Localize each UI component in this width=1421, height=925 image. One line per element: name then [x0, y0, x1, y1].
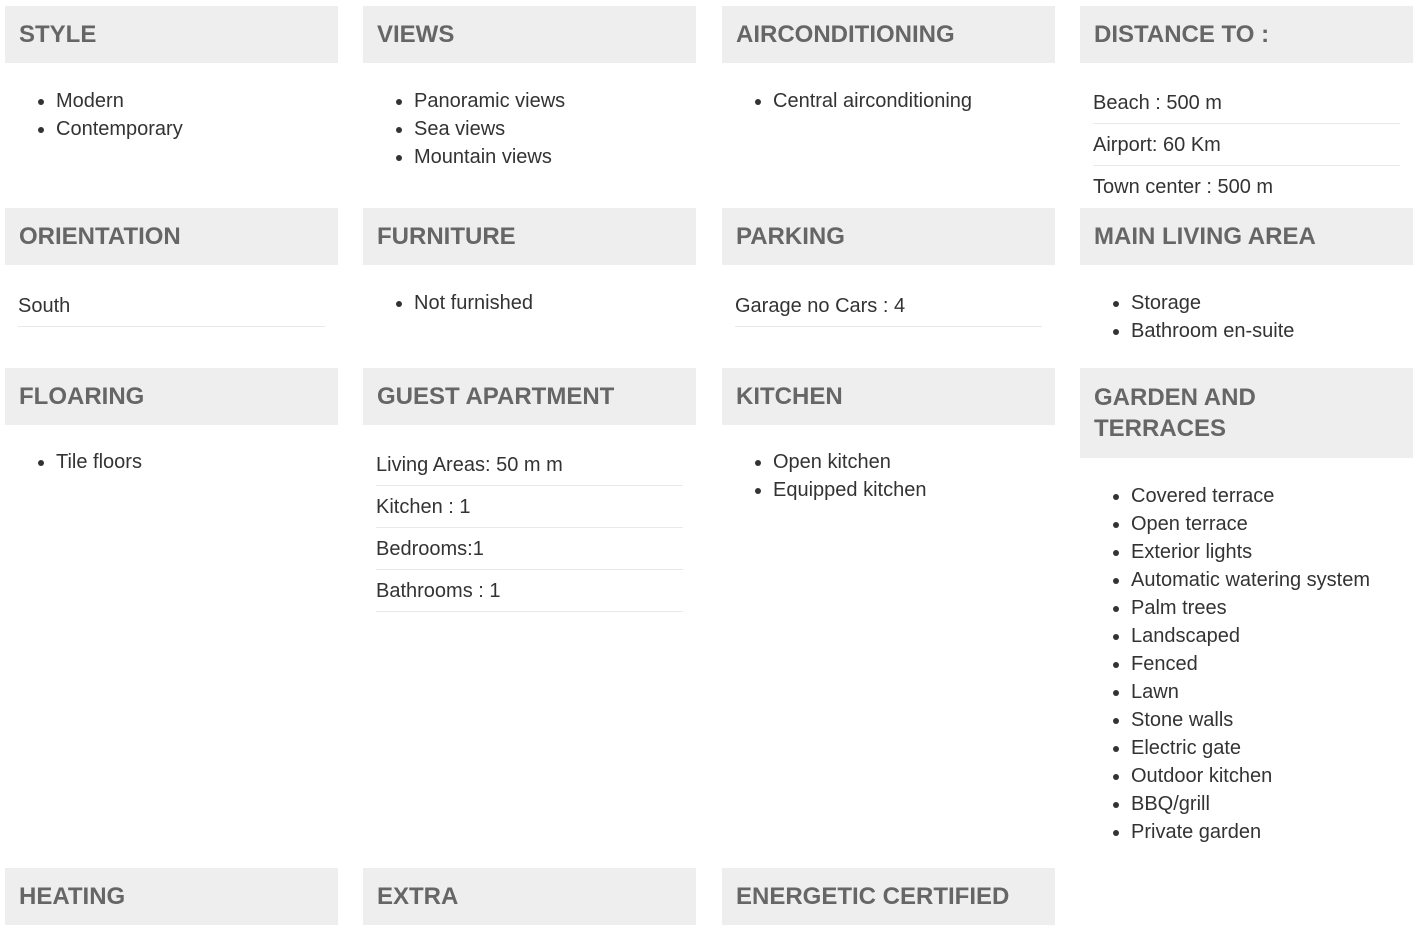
section-title: DISTANCE TO :: [1080, 6, 1413, 63]
list-item: Equipped kitchen: [773, 476, 1055, 504]
info-row: South: [18, 285, 325, 327]
list-item: Outdoor kitchen: [1131, 762, 1413, 790]
info-row: Garage no Cars : 4: [735, 285, 1042, 327]
section-title: PARKING: [722, 208, 1055, 265]
section-title: GARDEN AND TERRACES: [1080, 368, 1413, 458]
section-energetic-certified: ENERGETIC CERTIFIED: [722, 868, 1055, 925]
section-parking: PARKING Garage no Cars : 4: [722, 208, 1055, 327]
info-row: Kitchen : 1: [376, 486, 683, 528]
info-row: Living Areas: 50 m m: [376, 444, 683, 486]
section-guest-apartment: GUEST APARTMENT Living Areas: 50 m m Kit…: [363, 368, 696, 612]
info-row: Beach : 500 m: [1093, 82, 1400, 124]
section-orientation: ORIENTATION South: [5, 208, 338, 327]
list-item: Lawn: [1131, 678, 1413, 706]
list-item: Central airconditioning: [773, 87, 1055, 115]
garden-list: Covered terrace Open terrace Exterior li…: [1080, 482, 1413, 846]
list-item: Exterior lights: [1131, 538, 1413, 566]
list-item: Private garden: [1131, 818, 1413, 846]
main-living-list: Storage Bathroom en-suite: [1080, 289, 1413, 345]
section-title-line: GARDEN AND: [1094, 384, 1256, 411]
info-row: Bathrooms : 1: [376, 570, 683, 612]
section-title: MAIN LIVING AREA: [1080, 208, 1413, 265]
section-airconditioning: AIRCONDITIONING Central airconditioning: [722, 6, 1055, 112]
list-item: Palm trees: [1131, 594, 1413, 622]
parking-rows: Garage no Cars : 4: [735, 285, 1042, 327]
section-distance: DISTANCE TO : Beach : 500 m Airport: 60 …: [1080, 6, 1413, 198]
list-item: Not furnished: [414, 289, 696, 317]
list-item: Storage: [1131, 289, 1413, 317]
list-item: Tile floors: [56, 448, 338, 476]
list-item: BBQ/grill: [1131, 790, 1413, 818]
guest-rows: Living Areas: 50 m m Kitchen : 1 Bedroom…: [376, 444, 683, 612]
section-heating: HEATING: [5, 868, 338, 925]
list-item: Landscaped: [1131, 622, 1413, 650]
section-title: VIEWS: [363, 6, 696, 63]
section-title: FURNITURE: [363, 208, 696, 265]
section-title: FLOARING: [5, 368, 338, 425]
list-item: Panoramic views: [414, 87, 696, 115]
section-flooring: FLOARING Tile floors: [5, 368, 338, 473]
info-row: Airport: 60 Km: [1093, 124, 1400, 166]
orientation-rows: South: [18, 285, 325, 327]
section-extra: EXTRA: [363, 868, 696, 925]
section-furniture: FURNITURE Not furnished: [363, 208, 696, 314]
list-item: Automatic watering system: [1131, 566, 1413, 594]
section-title: STYLE: [5, 6, 338, 63]
list-item: Open terrace: [1131, 510, 1413, 538]
section-title-line: TERRACES: [1094, 415, 1227, 442]
list-item: Stone walls: [1131, 706, 1413, 734]
info-row: Bedrooms:1: [376, 528, 683, 570]
views-list: Panoramic views Sea views Mountain views: [363, 87, 696, 171]
section-views: VIEWS Panoramic views Sea views Mountain…: [363, 6, 696, 168]
airconditioning-list: Central airconditioning: [722, 87, 1055, 115]
section-title: GUEST APARTMENT: [363, 368, 696, 425]
list-item: Modern: [56, 87, 338, 115]
list-item: Bathroom en-suite: [1131, 317, 1413, 345]
section-kitchen: KITCHEN Open kitchen Equipped kitchen: [722, 368, 1055, 501]
section-main-living-area: MAIN LIVING AREA Storage Bathroom en-sui…: [1080, 208, 1413, 342]
section-title: EXTRA: [363, 868, 696, 925]
list-item: Covered terrace: [1131, 482, 1413, 510]
list-item: Open kitchen: [773, 448, 1055, 476]
list-item: Contemporary: [56, 115, 338, 143]
section-title: KITCHEN: [722, 368, 1055, 425]
distance-rows: Beach : 500 m Airport: 60 Km Town center…: [1093, 82, 1400, 208]
section-title: AIRCONDITIONING: [722, 6, 1055, 63]
section-style: STYLE Modern Contemporary: [5, 6, 338, 140]
list-item: Electric gate: [1131, 734, 1413, 762]
section-title: ORIENTATION: [5, 208, 338, 265]
section-garden-terraces: GARDEN AND TERRACES Covered terrace Open…: [1080, 368, 1413, 843]
style-list: Modern Contemporary: [5, 87, 338, 143]
list-item: Fenced: [1131, 650, 1413, 678]
list-item: Mountain views: [414, 143, 696, 171]
info-row: Town center : 500 m: [1093, 176, 1274, 198]
flooring-list: Tile floors: [5, 448, 338, 476]
section-title: ENERGETIC CERTIFIED: [722, 868, 1055, 925]
list-item: Sea views: [414, 115, 696, 143]
kitchen-list: Open kitchen Equipped kitchen: [722, 448, 1055, 504]
section-title: HEATING: [5, 868, 338, 925]
furniture-list: Not furnished: [363, 289, 696, 317]
